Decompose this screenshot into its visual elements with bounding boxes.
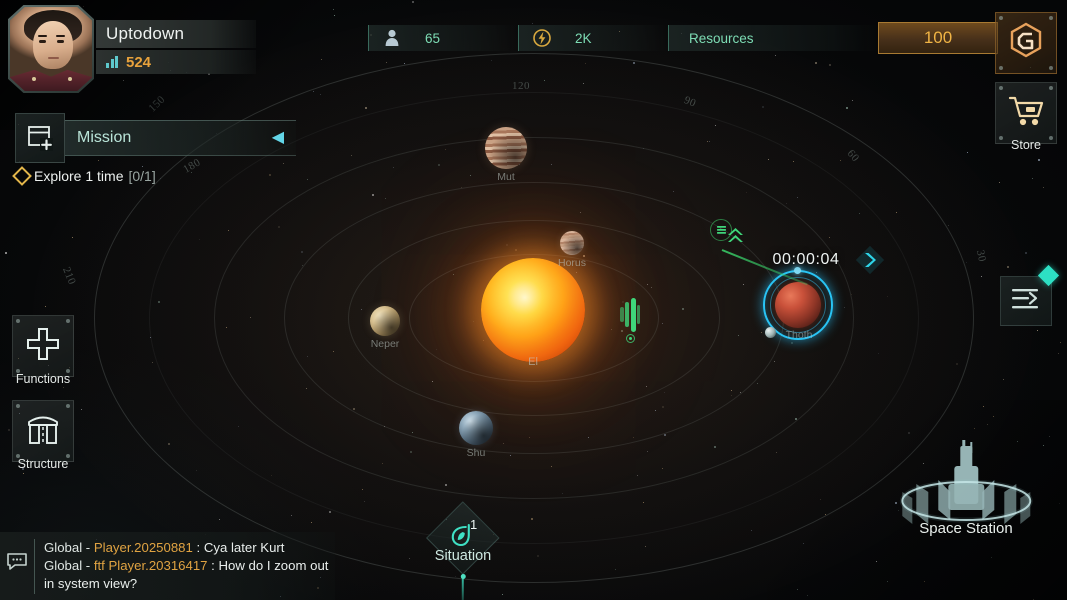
situation-label: Situation	[434, 548, 492, 564]
planet-label: Thoth	[785, 329, 813, 341]
green-structure-dot-icon	[626, 334, 635, 343]
planet-label: Horus	[557, 257, 587, 269]
planet-label: Mut	[497, 171, 515, 183]
resource-energy[interactable]: 2K	[518, 25, 666, 51]
sidebar-item-functions[interactable]	[12, 315, 74, 377]
resource-population[interactable]: 65	[368, 25, 516, 51]
plus-icon	[25, 326, 61, 367]
planet-body	[370, 306, 400, 336]
planet-horus[interactable]: Horus	[558, 231, 586, 269]
chat-username: Player.20250881	[93, 540, 193, 555]
mission-timer: 00:00:04	[772, 251, 840, 268]
player-profile[interactable]: Uptodown 524	[0, 0, 300, 98]
planet-body	[775, 282, 821, 328]
store-button-label: Store	[1011, 138, 1041, 152]
star-label: El	[528, 356, 538, 368]
mission-board-icon[interactable]	[15, 113, 65, 163]
situation-badge: 1	[470, 517, 478, 532]
chevron-left-icon[interactable]: ◀	[272, 130, 284, 146]
building-icon	[26, 413, 60, 450]
waypoint-chevron-icon[interactable]	[855, 245, 885, 280]
degree-mark-30: 30	[973, 248, 989, 264]
chat-bubble-icon[interactable]	[0, 539, 34, 570]
chat-channel: Global -	[44, 540, 94, 555]
mission-title: Mission	[77, 129, 132, 146]
sidebar-item-structure[interactable]	[12, 400, 74, 462]
currency-counter[interactable]: 100	[878, 22, 998, 54]
hex-g-logo-icon	[1009, 22, 1043, 65]
sidebar-label-structure: Structure	[17, 457, 69, 471]
person-icon	[381, 29, 403, 47]
resource-generic-label: Resources	[689, 30, 754, 46]
planet-neper[interactable]: Neper	[370, 306, 400, 350]
top-resource-bar: 65 2K Resources	[368, 24, 880, 52]
planet-body	[560, 231, 584, 255]
sidebar-label-functions: Functions	[15, 372, 71, 386]
bar-chart-icon	[106, 56, 118, 68]
player-name-bar: Uptodown	[96, 20, 256, 48]
planet-shu[interactable]: Shu	[459, 411, 493, 459]
commander-portrait-icon	[10, 7, 92, 91]
chat-channel: Global -	[44, 558, 94, 574]
green-structure-icon[interactable]	[620, 298, 640, 332]
player-power-value: 524	[126, 53, 152, 71]
currency-value: 100	[923, 28, 953, 47]
mission-objective-text: Explore 1 time	[34, 168, 124, 184]
star-el[interactable]	[481, 258, 585, 362]
energy-bolt-icon	[531, 28, 553, 48]
quick-menu-button[interactable]	[1000, 276, 1052, 326]
space-station-label: Space Station	[919, 520, 1013, 537]
situation-button[interactable]: 1 Situation	[426, 501, 500, 600]
mission-panel[interactable]: Mission ◀ Explore 1 time [0/1]	[0, 112, 296, 187]
shopping-cart-icon	[1007, 94, 1045, 133]
moon-icon	[765, 327, 776, 338]
game-logo-button[interactable]	[995, 12, 1057, 74]
mission-objective[interactable]: Explore 1 time [0/1]	[12, 166, 156, 186]
chat-message[interactable]: Global - Player.20250881 : Cya later Kur…	[44, 539, 335, 557]
resource-population-value: 65	[425, 30, 441, 46]
fleet-chevron-icon[interactable]	[726, 226, 745, 253]
planet-mut[interactable]: Mut	[485, 127, 527, 183]
diamond-marker-icon	[12, 166, 32, 186]
planet-body	[485, 127, 527, 169]
resource-generic[interactable]: Resources	[668, 25, 878, 51]
player-power-bar: 524	[96, 50, 256, 74]
chat-text: : Cya later Kurt	[192, 540, 285, 555]
situation-stem	[460, 574, 466, 600]
menu-arrow-icon	[1009, 285, 1043, 318]
mission-objective-progress: [0/1]	[128, 168, 156, 184]
avatar[interactable]	[8, 5, 94, 93]
degree-mark-120: 120	[512, 80, 530, 92]
store-button[interactable]	[995, 82, 1057, 144]
chat-panel[interactable]: Global - Player.20250881 : Cya later Kur…	[0, 532, 335, 600]
player-name: Uptodown	[106, 24, 185, 43]
planet-label: Shu	[466, 447, 486, 459]
chat-message-list: Global - Player.20250881 : Cya later Kur…	[34, 539, 335, 594]
chat-message[interactable]: Global - ftf Player.20316417 : How do I …	[44, 557, 335, 593]
planet-label: Neper	[370, 338, 400, 350]
mission-header-bar[interactable]: Mission ◀	[65, 120, 296, 156]
space-station-button[interactable]: Space Station	[899, 440, 1033, 537]
chat-username: ftf Player.20316417	[93, 558, 208, 574]
planet-body	[459, 411, 493, 445]
resource-energy-value: 2K	[575, 30, 592, 46]
